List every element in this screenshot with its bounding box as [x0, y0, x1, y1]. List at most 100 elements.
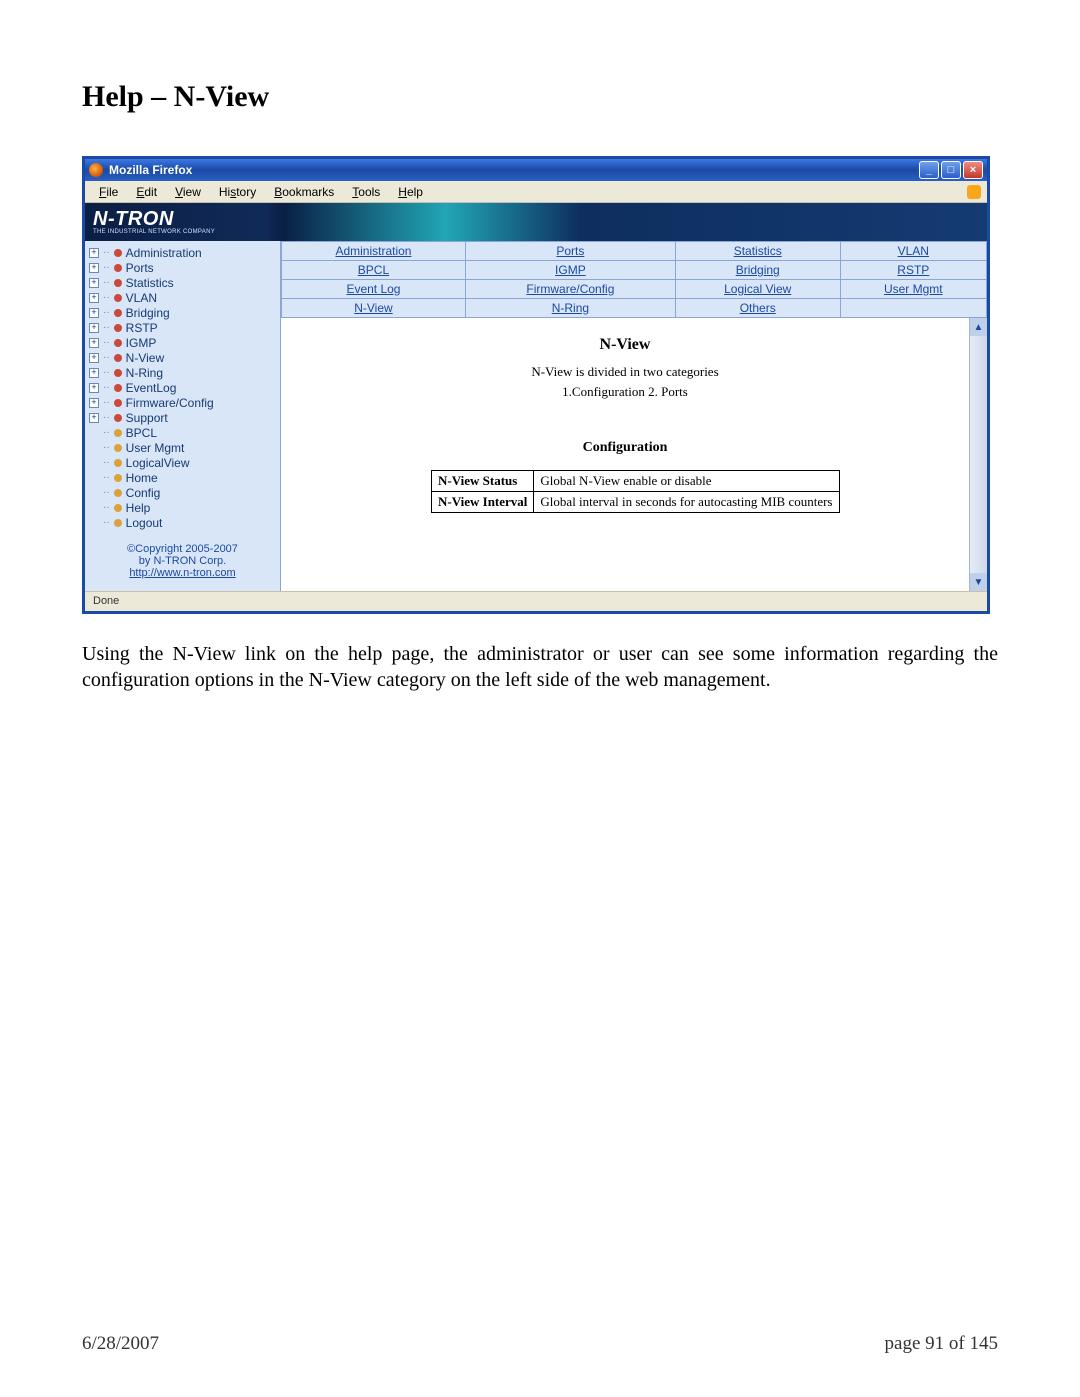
tree-usermgmt[interactable]: ··User Mgmt	[89, 440, 276, 455]
menu-edit[interactable]: Edit	[128, 183, 165, 201]
folder-icon	[114, 309, 122, 317]
grid-firmware[interactable]: Firmware/Config	[465, 280, 675, 299]
menu-help[interactable]: Help	[390, 183, 431, 201]
grid-bpcl[interactable]: BPCL	[282, 261, 466, 280]
folder-icon	[114, 339, 122, 347]
menu-history[interactable]: History	[211, 183, 264, 201]
row-interval-val: Global interval in seconds for autocasti…	[534, 492, 839, 513]
tree-rstp[interactable]: +··RSTP	[89, 320, 276, 335]
tree-logout[interactable]: ··Logout	[89, 515, 276, 530]
expand-icon[interactable]: +	[89, 308, 99, 318]
footer-date: 6/28/2007	[82, 1333, 159, 1355]
grid-rstp[interactable]: RSTP	[840, 261, 986, 280]
copyright-link[interactable]: http://www.n-tron.com	[91, 567, 274, 579]
grid-empty	[840, 299, 986, 318]
scroll-down-icon[interactable]: ▼	[970, 573, 987, 591]
browser-window: Mozilla Firefox _ □ × File Edit View His…	[82, 156, 990, 614]
content-pane: N-View N-View is divided in two categori…	[281, 318, 969, 591]
nav-tree: +··Administration +··Ports +··Statistics…	[89, 245, 276, 530]
expand-icon[interactable]: +	[89, 383, 99, 393]
grid-nring[interactable]: N-Ring	[465, 299, 675, 318]
expand-icon[interactable]: +	[89, 293, 99, 303]
expand-icon[interactable]: +	[89, 248, 99, 258]
leaf-icon	[114, 429, 122, 437]
tree-help[interactable]: ··Help	[89, 500, 276, 515]
content-section: Configuration	[301, 440, 949, 456]
leaf-icon	[114, 444, 122, 452]
tree-config[interactable]: ··Config	[89, 485, 276, 500]
grid-ports[interactable]: Ports	[465, 242, 675, 261]
folder-icon	[114, 279, 122, 287]
expand-icon[interactable]: +	[89, 338, 99, 348]
grid-administration[interactable]: Administration	[282, 242, 466, 261]
expand-icon[interactable]: +	[89, 278, 99, 288]
tree-nview[interactable]: +··N-View	[89, 350, 276, 365]
footer-page: page 91 of 145	[885, 1333, 998, 1355]
folder-icon	[114, 249, 122, 257]
statusbar: Done	[85, 591, 987, 611]
leaf-icon	[114, 474, 122, 482]
scroll-up-icon[interactable]: ▲	[970, 318, 987, 336]
row-status-val: Global N-View enable or disable	[534, 471, 839, 492]
grid-eventlog[interactable]: Event Log	[282, 280, 466, 299]
ntron-logo: N-TRON THE INDUSTRIAL NETWORK COMPANY	[93, 209, 215, 235]
leaf-icon	[114, 519, 122, 527]
expand-icon[interactable]: +	[89, 398, 99, 408]
tree-nring[interactable]: +··N-Ring	[89, 365, 276, 380]
menu-bookmarks[interactable]: Bookmarks	[266, 183, 342, 201]
menu-tools[interactable]: Tools	[344, 183, 388, 201]
menu-file[interactable]: File	[91, 183, 126, 201]
leaf-icon	[114, 504, 122, 512]
expand-icon[interactable]: +	[89, 353, 99, 363]
config-table: N-View Status Global N-View enable or di…	[431, 470, 840, 513]
tree-logicalview[interactable]: ··LogicalView	[89, 455, 276, 470]
firefox-icon	[89, 163, 103, 177]
menu-view[interactable]: View	[167, 183, 209, 201]
rss-icon	[967, 185, 981, 199]
banner: N-TRON THE INDUSTRIAL NETWORK COMPANY	[85, 203, 987, 241]
window-title: Mozilla Firefox	[109, 163, 192, 177]
tree-ports[interactable]: +··Ports	[89, 260, 276, 275]
grid-others[interactable]: Others	[675, 299, 840, 318]
doc-title: Help – N-View	[82, 80, 998, 114]
copyright-line1: ©Copyright 2005-2007	[91, 543, 274, 555]
expand-icon[interactable]: +	[89, 323, 99, 333]
tree-bridging[interactable]: +··Bridging	[89, 305, 276, 320]
main-panel: Administration Ports Statistics VLAN BPC…	[281, 241, 987, 591]
page-footer: 6/28/2007 page 91 of 145	[82, 1333, 998, 1355]
scrollbar[interactable]: ▲ ▼	[969, 318, 987, 591]
close-button[interactable]: ×	[963, 161, 983, 179]
leaf-icon	[114, 459, 122, 467]
tree-vlan[interactable]: +··VLAN	[89, 290, 276, 305]
tree-administration[interactable]: +··Administration	[89, 245, 276, 260]
tree-support[interactable]: +··Support	[89, 410, 276, 425]
expand-icon[interactable]: +	[89, 368, 99, 378]
tree-bpcl[interactable]: ··BPCL	[89, 425, 276, 440]
grid-usermgmt[interactable]: User Mgmt	[840, 280, 986, 299]
tree-eventlog[interactable]: +··EventLog	[89, 380, 276, 395]
grid-statistics[interactable]: Statistics	[675, 242, 840, 261]
expand-icon[interactable]: +	[89, 413, 99, 423]
tree-igmp[interactable]: +··IGMP	[89, 335, 276, 350]
folder-icon	[114, 354, 122, 362]
grid-nview[interactable]: N-View	[282, 299, 466, 318]
grid-vlan[interactable]: VLAN	[840, 242, 986, 261]
folder-icon	[114, 414, 122, 422]
maximize-button[interactable]: □	[941, 161, 961, 179]
logo-tagline: THE INDUSTRIAL NETWORK COMPANY	[93, 229, 215, 235]
grid-igmp[interactable]: IGMP	[465, 261, 675, 280]
folder-icon	[114, 264, 122, 272]
copyright-line2: by N-TRON Corp.	[91, 555, 274, 567]
tree-home[interactable]: ··Home	[89, 470, 276, 485]
folder-icon	[114, 369, 122, 377]
content-heading: N-View	[301, 336, 949, 354]
minimize-button[interactable]: _	[919, 161, 939, 179]
row-interval-key: N-View Interval	[432, 492, 534, 513]
tree-statistics[interactable]: +··Statistics	[89, 275, 276, 290]
expand-icon[interactable]: +	[89, 263, 99, 273]
grid-logicalview[interactable]: Logical View	[675, 280, 840, 299]
titlebar: Mozilla Firefox _ □ ×	[85, 159, 987, 181]
row-status-key: N-View Status	[432, 471, 534, 492]
tree-firmware[interactable]: +··Firmware/Config	[89, 395, 276, 410]
grid-bridging[interactable]: Bridging	[675, 261, 840, 280]
